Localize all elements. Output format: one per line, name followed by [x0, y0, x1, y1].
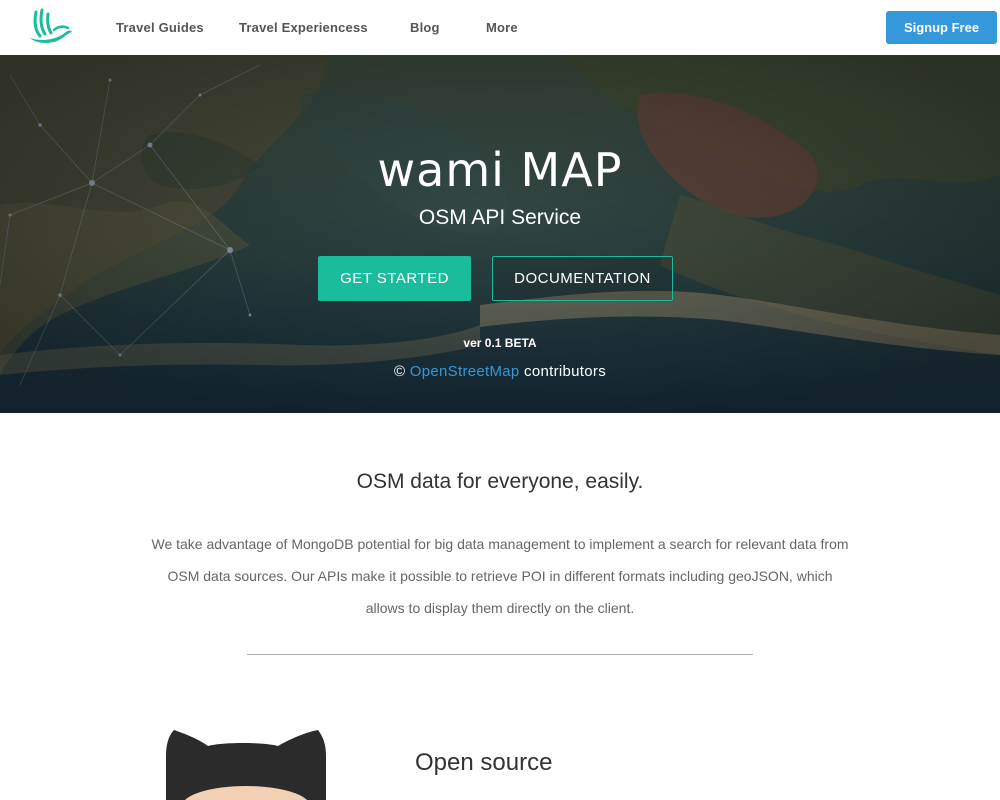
satellite-map-background	[0, 55, 1000, 413]
version-label: ver 0.1 BETA	[463, 336, 537, 350]
github-octocat-icon	[166, 730, 326, 800]
top-navbar: Travel Guides Travel Experiencess Blog M…	[0, 0, 1000, 55]
nav-link-more[interactable]: More	[486, 20, 518, 35]
nav-link-blog[interactable]: Blog	[410, 20, 440, 35]
hero-banner: wami MAP OSM API Service GET STARTED DOC…	[0, 55, 1000, 413]
hero-subtitle: OSM API Service	[418, 206, 582, 229]
open-source-title: Open source	[415, 749, 553, 776]
nav-link-travel-guides[interactable]: Travel Guides	[116, 20, 204, 35]
bird-logo-icon[interactable]	[26, 8, 74, 48]
documentation-button[interactable]: DOCUMENTATION	[492, 256, 673, 301]
osm-credit: © OpenStreetMap contributors	[0, 363, 1000, 380]
get-started-button[interactable]: GET STARTED	[318, 256, 471, 301]
intro-text: We take advantage of MongoDB potential f…	[151, 536, 849, 616]
credit-suffix: contributors	[524, 363, 607, 380]
openstreetmap-link[interactable]: OpenStreetMap	[410, 363, 520, 380]
signup-button[interactable]: Signup Free	[886, 11, 997, 44]
hero-title: wami MAP	[377, 143, 623, 197]
copyright-symbol: ©	[393, 363, 406, 380]
intro-title: OSM data for everyone, easily.	[356, 470, 644, 493]
section-divider	[247, 654, 753, 655]
nav-link-travel-experiences[interactable]: Travel Experiencess	[239, 20, 368, 35]
